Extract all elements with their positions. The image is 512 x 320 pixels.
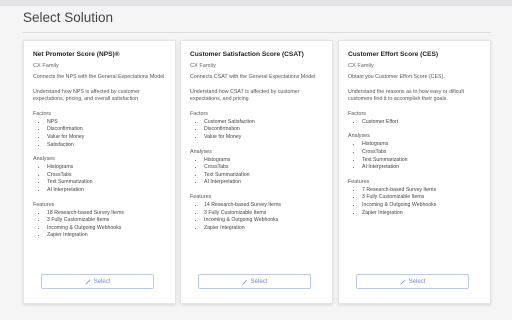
analysis-item: CrossTabs <box>362 149 481 157</box>
factor-item: Customer Satisfaction <box>204 119 323 127</box>
page-title: Select Solution <box>23 10 114 25</box>
feature-item: Zapier Integration <box>362 210 481 218</box>
card-family: CX Family <box>348 63 374 69</box>
features-label: Features <box>190 193 212 200</box>
factor-item: Value for Money <box>47 134 166 142</box>
analysis-item: Histograms <box>47 164 166 172</box>
analysis-item: Text Summarization <box>47 179 166 187</box>
select-button[interactable]: Select <box>356 274 469 289</box>
card-description: Obtain you Customer Effort Score (CES). <box>348 74 445 80</box>
features-label: Features <box>33 201 55 208</box>
solution-card-csat: Customer Satisfaction Score (CSAT) CX Fa… <box>180 40 333 304</box>
factors-list: Customer Effort <box>348 119 481 127</box>
analyses-label: Analyses <box>33 156 55 163</box>
select-button-label: Select <box>408 278 426 285</box>
card-title: Net Promoter Score (NPS)® <box>33 51 120 58</box>
title-divider <box>23 32 491 33</box>
feature-item: Zapier Integration <box>204 225 323 233</box>
analysis-item: Histograms <box>362 141 481 149</box>
analysis-item: AI Interpretation <box>47 187 166 195</box>
factor-item: Value for Money <box>204 134 323 142</box>
select-button-label: Select <box>250 278 268 285</box>
feature-item: Incoming & Outgoing Webhooks <box>47 225 166 233</box>
analyses-label: Analyses <box>348 133 370 140</box>
magic-wand-icon <box>242 278 248 284</box>
factor-item: Satisfaction <box>47 142 166 150</box>
feature-item: 3 Fully Customizable Items <box>47 217 166 225</box>
card-family: CX Family <box>190 63 216 69</box>
analysis-item: CrossTabs <box>204 164 323 172</box>
factor-item: Customer Effort <box>362 119 481 127</box>
factors-label: Factors <box>348 110 366 117</box>
feature-item: Zapier Integration <box>47 232 166 240</box>
select-button[interactable]: Select <box>198 274 311 289</box>
solution-card-nps: Net Promoter Score (NPS)® CX Family Conn… <box>23 40 176 304</box>
analysis-item: Text Summarization <box>362 157 481 165</box>
select-button[interactable]: Select <box>41 274 154 289</box>
analysis-item: Text Summarization <box>204 172 323 180</box>
factor-item: Disconfirmation <box>204 126 323 134</box>
feature-item: Incoming & Outgoing Webhooks <box>204 217 323 225</box>
magic-wand-icon <box>85 278 91 284</box>
feature-item: Incoming & Outgoing Webhooks <box>362 202 481 210</box>
factors-label: Factors <box>190 110 208 117</box>
card-title: Customer Satisfaction Score (CSAT) <box>190 51 304 58</box>
analysis-item: Histograms <box>204 157 323 165</box>
feature-item: 3 Fully Customizable Items <box>204 210 323 218</box>
factor-item: Disconfirmation <box>47 126 166 134</box>
feature-item: 7 Research-based Survey Items <box>362 187 481 195</box>
features-list: 14 Research-based Survey Items 3 Fully C… <box>190 202 323 232</box>
top-bar <box>0 0 512 6</box>
magic-wand-icon <box>400 278 406 284</box>
solution-card-ces: Customer Effort Score (CES) CX Family Ob… <box>338 40 491 304</box>
features-list: 7 Research-based Survey Items 3 Fully Cu… <box>348 187 481 217</box>
feature-item: 18 Research-based Survey Items <box>47 210 166 218</box>
factors-list: Customer Satisfaction Disconfirmation Va… <box>190 119 323 142</box>
select-button-label: Select <box>93 278 111 285</box>
factors-list: NPS Disconfirmation Value for Money Sati… <box>33 119 166 149</box>
card-family: CX Family <box>33 63 59 69</box>
analysis-item: AI Interpretation <box>362 164 481 172</box>
feature-item: 3 Fully Customizable Items <box>362 194 481 202</box>
card-title: Customer Effort Score (CES) <box>348 51 439 58</box>
analysis-item: AI Interpretation <box>204 179 323 187</box>
analysis-item: CrossTabs <box>47 172 166 180</box>
analyses-label: Analyses <box>190 148 212 155</box>
analyses-list: Histograms CrossTabs Text Summarization … <box>190 157 323 187</box>
feature-item: 14 Research-based Survey Items <box>204 202 323 210</box>
factors-label: Factors <box>33 110 51 117</box>
card-description: Connects the NPS with the General Expect… <box>33 74 165 80</box>
card-description-detail: Understand how CSAT is affected by custo… <box>190 88 300 103</box>
card-description-detail: Understand the reasons as to how easy or… <box>348 88 465 103</box>
analyses-list: Histograms CrossTabs Text Summarization … <box>33 164 166 194</box>
features-list: 18 Research-based Survey Items 3 Fully C… <box>33 210 166 240</box>
features-label: Features <box>348 178 370 185</box>
card-description-detail: Understand how NPS is affected by custom… <box>33 88 140 103</box>
analyses-list: Histograms CrossTabs Text Summarization … <box>348 141 481 171</box>
factor-item: NPS <box>47 119 166 127</box>
card-description: Connects CSAT with the General Expectati… <box>190 74 316 80</box>
